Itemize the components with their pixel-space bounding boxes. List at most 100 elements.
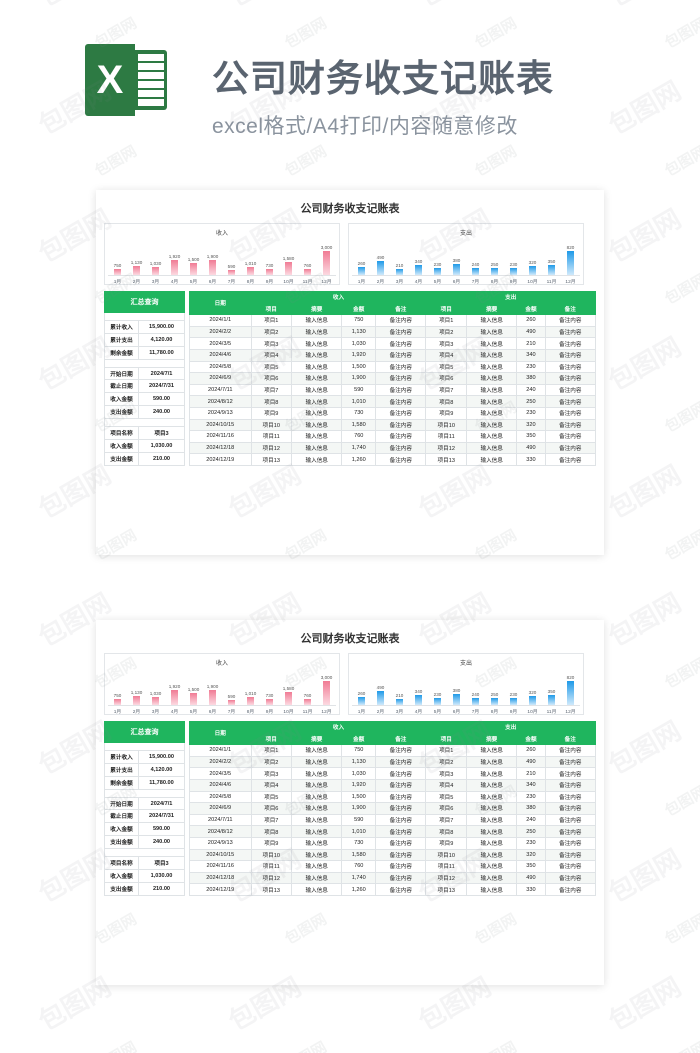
table-row[interactable]: 2024/12/19 项目13 输入信息 1,260 备注内容 项目13 输入信息 330 备注… <box>189 453 597 466</box>
cell-expense-amount[interactable]: 340 <box>516 778 546 792</box>
cell-income-amount[interactable]: 1,500 <box>341 360 377 374</box>
cell-date[interactable]: 2024/12/19 <box>189 453 252 466</box>
cell-expense-item[interactable]: 项目7 <box>425 813 467 827</box>
cell-expense-amount[interactable]: 320 <box>516 848 546 862</box>
cell-income-note[interactable]: 输入信息 <box>291 337 343 350</box>
summary-header[interactable]: 汇总查询 <box>104 290 185 314</box>
cell-expense-remark[interactable]: 备注内容 <box>544 325 597 339</box>
cell-date[interactable]: 2024/11/16 <box>189 430 252 443</box>
col-group-income[interactable]: 收入 <box>250 291 427 304</box>
cell-expense-item[interactable]: 项目11 <box>425 860 467 873</box>
cell-income-remark[interactable]: 备注内容 <box>375 813 427 827</box>
cell-expense-remark[interactable]: 备注内容 <box>544 871 597 885</box>
cell-expense-amount[interactable]: 260 <box>516 314 546 327</box>
cell-income-amount[interactable]: 1,920 <box>341 778 377 792</box>
cell-date[interactable]: 2024/11/16 <box>189 860 252 873</box>
cell-income-item[interactable]: 项目3 <box>250 337 293 350</box>
cell-expense-item[interactable]: 项目10 <box>425 848 467 862</box>
cell-expense-note[interactable]: 输入信息 <box>465 802 518 815</box>
cell-income-remark[interactable]: 备注内容 <box>375 744 427 757</box>
cell-income-item[interactable]: 项目13 <box>250 453 293 466</box>
col-expense-摘要[interactable]: 摘要 <box>465 302 518 316</box>
cell-income-item[interactable]: 项目7 <box>250 813 293 827</box>
table-row[interactable]: 2024/8/12 项目8 输入信息 1,010 备注内容 项目8 输入信息 250 备注内容 <box>189 395 597 408</box>
cell-expense-remark[interactable]: 备注内容 <box>544 883 597 896</box>
cell-income-remark[interactable]: 备注内容 <box>375 767 427 780</box>
col-income-备注[interactable]: 备注 <box>375 302 427 316</box>
cell-expense-remark[interactable]: 备注内容 <box>544 453 597 466</box>
summary-value[interactable]: 590.00 <box>138 392 185 407</box>
cell-date[interactable]: 2024/6/9 <box>189 802 252 815</box>
cell-income-amount[interactable]: 1,580 <box>341 418 377 432</box>
cell-income-item[interactable]: 项目4 <box>250 348 293 362</box>
table-row[interactable]: 2024/12/18 项目12 输入信息 1,740 备注内容 项目12 输入信息 490 备注… <box>189 871 597 885</box>
table-row[interactable]: 2024/8/12 项目8 输入信息 1,010 备注内容 项目8 输入信息 250 备注内容 <box>189 825 597 838</box>
col-expense-项目[interactable]: 项目 <box>425 732 467 746</box>
cell-income-item[interactable]: 项目7 <box>250 383 293 397</box>
cell-income-remark[interactable]: 备注内容 <box>375 825 427 838</box>
cell-expense-remark[interactable]: 备注内容 <box>544 825 597 838</box>
cell-income-item[interactable]: 项目9 <box>250 406 293 420</box>
cell-expense-amount[interactable]: 230 <box>516 836 546 850</box>
cell-expense-note[interactable]: 输入信息 <box>465 383 518 397</box>
cell-date[interactable]: 2024/10/15 <box>189 418 252 432</box>
col-group-expense[interactable]: 支出 <box>425 291 596 304</box>
cell-expense-item[interactable]: 项目13 <box>425 883 467 896</box>
col-expense-项目[interactable]: 项目 <box>425 302 467 316</box>
cell-income-item[interactable]: 项目12 <box>250 441 293 455</box>
cell-income-note[interactable]: 输入信息 <box>291 813 343 827</box>
cell-income-amount[interactable]: 1,740 <box>341 871 377 885</box>
cell-income-item[interactable]: 项目6 <box>250 802 293 815</box>
col-income-项目[interactable]: 项目 <box>250 732 293 746</box>
cell-expense-item[interactable]: 项目8 <box>425 395 467 408</box>
cell-expense-remark[interactable]: 备注内容 <box>544 406 597 420</box>
cell-income-amount[interactable]: 1,010 <box>341 395 377 408</box>
cell-expense-note[interactable]: 输入信息 <box>465 418 518 432</box>
col-expense-备注[interactable]: 备注 <box>544 302 597 316</box>
col-income-金额[interactable]: 金额 <box>341 302 377 316</box>
cell-expense-amount[interactable]: 490 <box>516 325 546 339</box>
cell-expense-note[interactable]: 输入信息 <box>465 813 518 827</box>
cell-income-note[interactable]: 输入信息 <box>291 348 343 362</box>
cell-income-item[interactable]: 项目11 <box>250 860 293 873</box>
cell-expense-amount[interactable]: 210 <box>516 767 546 780</box>
cell-income-remark[interactable]: 备注内容 <box>375 883 427 896</box>
cell-expense-remark[interactable]: 备注内容 <box>544 395 597 408</box>
cell-income-note[interactable]: 输入信息 <box>291 395 343 408</box>
summary-header[interactable]: 汇总查询 <box>104 720 185 744</box>
cell-date[interactable]: 2024/5/8 <box>189 360 252 374</box>
cell-income-remark[interactable]: 备注内容 <box>375 314 427 327</box>
cell-expense-item[interactable]: 项目12 <box>425 871 467 885</box>
cell-income-note[interactable]: 输入信息 <box>291 383 343 397</box>
col-income-摘要[interactable]: 摘要 <box>291 302 343 316</box>
cell-date[interactable]: 2024/10/15 <box>189 848 252 862</box>
cell-expense-amount[interactable]: 380 <box>516 802 546 815</box>
cell-expense-note[interactable]: 输入信息 <box>465 883 518 896</box>
table-row[interactable]: 2024/10/15 项目10 输入信息 1,580 备注内容 项目10 输入信息 320 备注… <box>189 418 597 432</box>
cell-income-remark[interactable]: 备注内容 <box>375 755 427 769</box>
cell-expense-item[interactable]: 项目2 <box>425 325 467 339</box>
cell-expense-note[interactable]: 输入信息 <box>465 314 518 327</box>
cell-income-item[interactable]: 项目5 <box>250 790 293 804</box>
cell-date[interactable]: 2024/7/11 <box>189 383 252 397</box>
summary-value[interactable]: 240.00 <box>138 835 185 850</box>
table-row[interactable]: 2024/7/11 项目7 输入信息 590 备注内容 项目7 输入信息 240 备注内容 <box>189 813 597 827</box>
cell-date[interactable]: 2024/4/6 <box>189 778 252 792</box>
summary-value[interactable]: 项目3 <box>138 426 185 440</box>
cell-expense-item[interactable]: 项目13 <box>425 453 467 466</box>
cell-date[interactable]: 2024/9/13 <box>189 406 252 420</box>
table-row[interactable]: 2024/1/1 项目1 输入信息 750 备注内容 项目1 输入信息 260 备注内容 <box>189 314 597 327</box>
cell-income-amount[interactable]: 730 <box>341 836 377 850</box>
table-row[interactable]: 2024/12/18 项目12 输入信息 1,740 备注内容 项目12 输入信息 490 备注… <box>189 441 597 455</box>
cell-expense-note[interactable]: 输入信息 <box>465 767 518 780</box>
cell-income-remark[interactable]: 备注内容 <box>375 778 427 792</box>
col-expense-备注[interactable]: 备注 <box>544 732 597 746</box>
cell-expense-remark[interactable]: 备注内容 <box>544 848 597 862</box>
cell-income-amount[interactable]: 1,920 <box>341 348 377 362</box>
cell-expense-remark[interactable]: 备注内容 <box>544 430 597 443</box>
cell-expense-note[interactable]: 输入信息 <box>465 360 518 374</box>
summary-value[interactable]: 4,120.00 <box>138 332 185 347</box>
cell-expense-item[interactable]: 项目4 <box>425 778 467 792</box>
col-group-income[interactable]: 收入 <box>250 721 427 734</box>
col-income-摘要[interactable]: 摘要 <box>291 732 343 746</box>
